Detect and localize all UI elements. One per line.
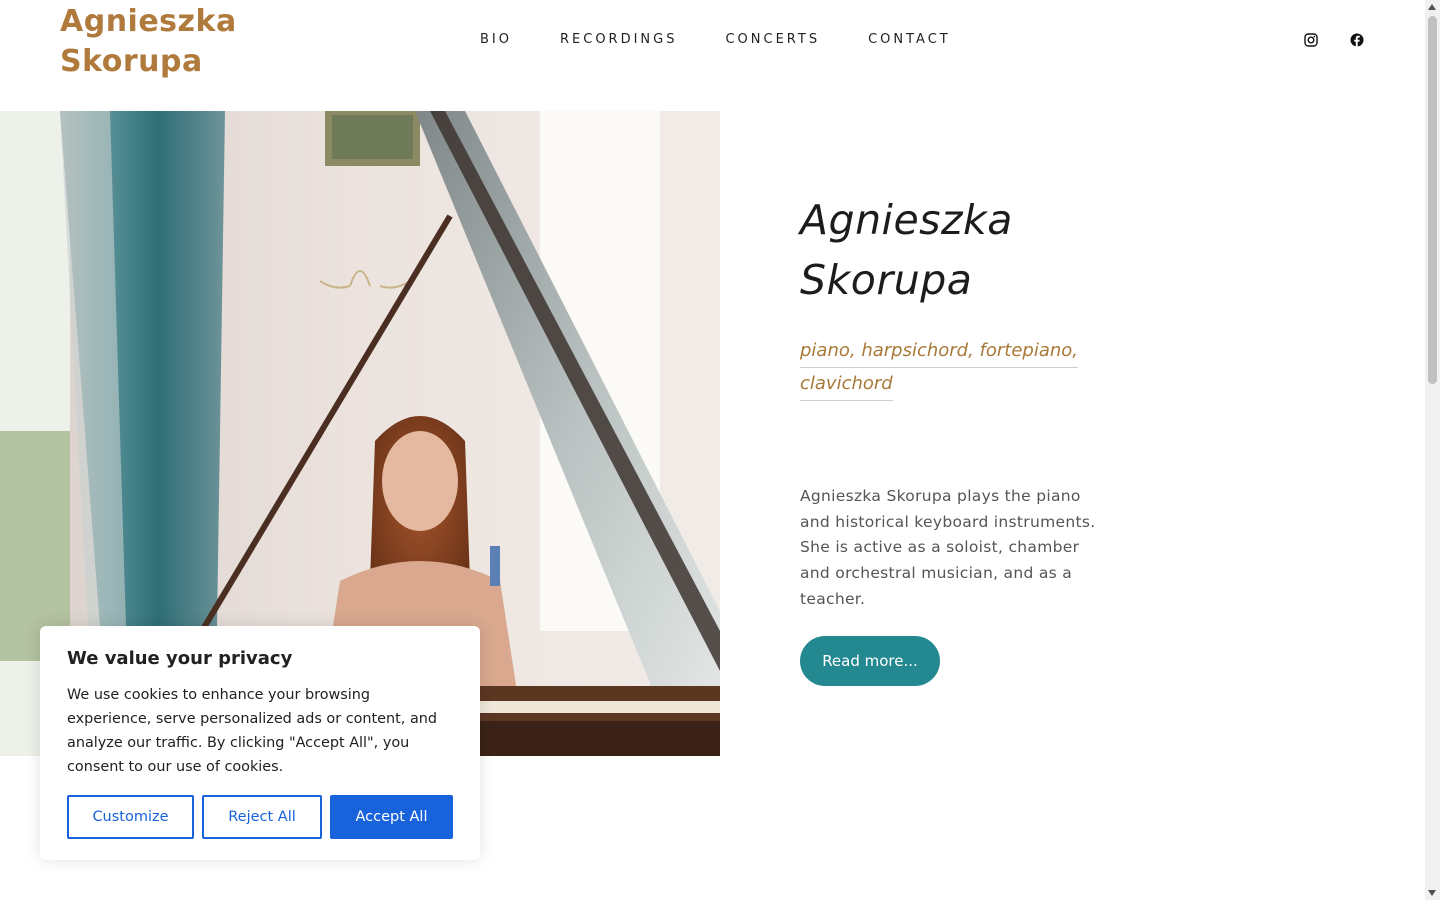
- hero-title-line-2: Skorupa: [800, 256, 973, 304]
- cookie-accept-all-button[interactable]: Accept All: [330, 795, 453, 839]
- scroll-up-arrow-icon[interactable]: [1428, 4, 1436, 10]
- cookie-text: We use cookies to enhance your browsing …: [67, 687, 438, 775]
- read-more-button[interactable]: Read more...: [800, 636, 940, 686]
- scrollbar-thumb[interactable]: [1428, 16, 1437, 384]
- cookie-customize-button[interactable]: Customize: [67, 795, 194, 839]
- logo-line-2: Skorupa: [60, 44, 203, 79]
- instagram-icon[interactable]: [1304, 33, 1318, 47]
- nav-item-bio[interactable]: BIO: [480, 30, 512, 50]
- main-nav: BIO RECORDINGS CONCERTS CONTACT: [480, 30, 951, 50]
- scroll-down-arrow-icon[interactable]: [1428, 890, 1436, 896]
- page-scrollbar[interactable]: [1425, 0, 1440, 900]
- hero-title: Agnieszka Skorupa: [800, 190, 1013, 310]
- nav-item-contact[interactable]: CONTACT: [868, 30, 951, 50]
- logo-line-1: Agnieszka: [60, 4, 237, 39]
- hero-description: Agnieszka Skorupa plays the piano and hi…: [800, 487, 1096, 608]
- subtitle-line-2: clavichord: [800, 368, 893, 401]
- hero-title-line-1: Agnieszka: [800, 196, 1013, 244]
- site-logo[interactable]: Agnieszka Skorupa: [60, 2, 237, 82]
- nav-item-recordings[interactable]: RECORDINGS: [560, 30, 677, 50]
- cookie-title: We value your privacy: [67, 648, 293, 669]
- hero-subtitle: piano, harpsichord, fortepiano, clavicho…: [800, 335, 1100, 401]
- cookie-reject-all-button[interactable]: Reject All: [202, 795, 322, 839]
- facebook-icon[interactable]: [1350, 33, 1364, 47]
- subtitle-line-1: piano, harpsichord, fortepiano,: [800, 335, 1079, 368]
- nav-item-concerts[interactable]: CONCERTS: [725, 30, 820, 50]
- cookie-consent-banner: We value your privacy We use cookies to …: [40, 626, 480, 860]
- site-header: Agnieszka Skorupa BIO RECORDINGS CONCERT…: [0, 0, 1425, 111]
